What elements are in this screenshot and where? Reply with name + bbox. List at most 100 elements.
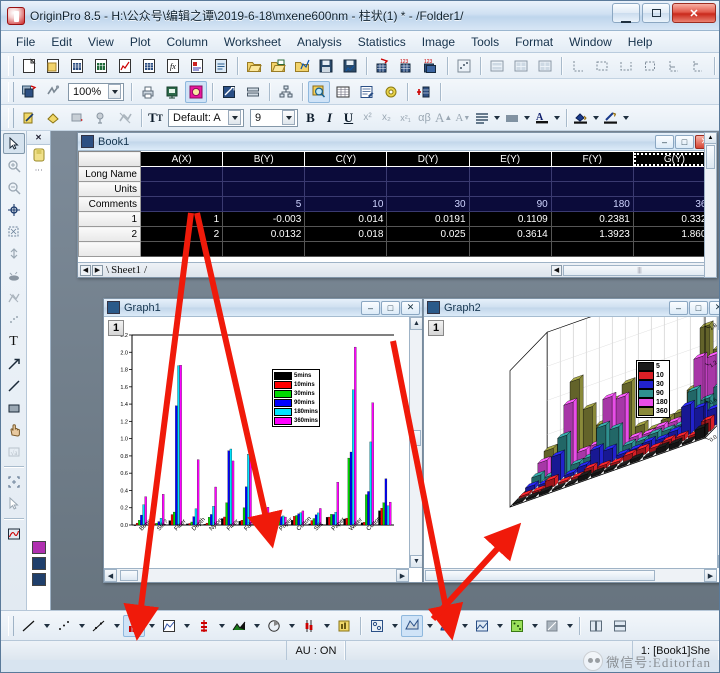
arrow-tool[interactable] [3, 353, 25, 374]
image-plot-icon[interactable] [471, 615, 493, 637]
text-tool[interactable]: T [3, 331, 25, 352]
graph2-window[interactable]: Graph2 – □ ✕ 1 0.00.61.21.8 510309018036… [423, 298, 719, 583]
row-label-comments[interactable]: Comments [79, 197, 141, 212]
tile-horizontal-icon[interactable] [486, 55, 508, 77]
3d-waterfall-icon[interactable] [436, 615, 458, 637]
chevron-down-icon[interactable] [389, 615, 400, 637]
row-label-long-name[interactable]: Long Name [79, 167, 141, 182]
graph2-canvas[interactable]: 0.00.61.21.8 5103090180360 [424, 317, 719, 582]
chevron-down-icon[interactable] [521, 107, 532, 129]
graph2-close-button[interactable]: ✕ [709, 301, 719, 315]
menu-plot[interactable]: Plot [123, 33, 158, 51]
cell[interactable] [551, 167, 633, 182]
workbook-window[interactable]: Book1 – □ ✕ A(X) B(Y) C(Y) D( [77, 132, 717, 278]
polar-icon[interactable] [541, 615, 563, 637]
cell[interactable] [551, 182, 633, 197]
open-excel-icon[interactable] [267, 55, 289, 77]
cell[interactable] [387, 167, 469, 182]
floating-bar-icon[interactable] [298, 615, 320, 637]
menu-statistics[interactable]: Statistics [351, 33, 413, 51]
pointer-tool[interactable] [3, 133, 25, 154]
row-label-3[interactable] [79, 242, 141, 257]
close-button[interactable]: ✕ [672, 3, 716, 23]
draw-data-tool[interactable] [3, 265, 25, 286]
new-layer-icon[interactable] [218, 81, 240, 103]
rectangle-tool[interactable] [3, 397, 25, 418]
menu-image[interactable]: Image [415, 33, 462, 51]
pattern-icon[interactable] [66, 107, 88, 129]
row-label-units[interactable]: Units [79, 182, 141, 197]
increase-font-icon[interactable]: A▲ [434, 108, 453, 128]
menu-view[interactable]: View [81, 33, 121, 51]
toolbar-grip[interactable] [8, 108, 14, 128]
fill-color-icon[interactable] [42, 107, 64, 129]
graph1-vscrollbar[interactable]: ▲ ▼ [409, 317, 422, 568]
new-function-icon[interactable]: fx [162, 55, 184, 77]
scroll-right-button[interactable]: ▶ [396, 569, 409, 582]
fill-pattern-icon[interactable] [571, 108, 590, 128]
cell[interactable]: 180 [551, 197, 633, 212]
3d-surface-icon[interactable] [401, 615, 423, 637]
cell[interactable]: 0.014 [305, 212, 387, 227]
chevron-down-icon[interactable] [321, 615, 332, 637]
italic-button[interactable]: I [320, 108, 339, 128]
cell[interactable]: 1 [141, 212, 223, 227]
cell[interactable] [387, 182, 469, 197]
next-sheet-button[interactable]: ▶ [92, 265, 103, 276]
zoom-in-tool-icon[interactable] [308, 81, 330, 103]
workbook-vscrollbar[interactable]: ▲ [704, 132, 717, 278]
decrease-font-icon[interactable]: A▼ [453, 108, 472, 128]
new-graph-icon[interactable] [114, 55, 136, 77]
regional-mask-tool[interactable] [3, 287, 25, 308]
column-header-f[interactable]: F(Y) [551, 152, 633, 167]
menu-window[interactable]: Window [562, 33, 619, 51]
open-template-icon[interactable] [291, 55, 313, 77]
font-color-icon[interactable]: A [532, 108, 551, 128]
chevron-down-icon[interactable] [216, 615, 227, 637]
line-symbol-icon[interactable] [88, 615, 110, 637]
chevron-down-icon[interactable] [564, 615, 575, 637]
plot-setup-icon[interactable] [356, 81, 378, 103]
data-reader-tool[interactable] [3, 221, 25, 242]
chevron-down-icon[interactable] [286, 615, 297, 637]
cell[interactable] [469, 242, 551, 257]
border-style-icon[interactable] [601, 108, 620, 128]
import-multiple-ascii-icon[interactable]: 123 [420, 55, 442, 77]
cell[interactable] [141, 197, 223, 212]
align-left-icon[interactable] [472, 108, 491, 128]
graph1-plot[interactable]: 0.00.20.40.60.81.01.21.41.61.82.02.2Bone… [104, 317, 411, 582]
graph2-vscrollbar[interactable]: ▲ ▼ [717, 317, 719, 568]
chevron-down-icon[interactable] [181, 615, 192, 637]
auto-update-status[interactable]: AU : ON [286, 641, 345, 660]
zoom-combo[interactable]: 100% [68, 83, 124, 101]
line-plot-icon[interactable] [18, 615, 40, 637]
cell[interactable] [305, 242, 387, 257]
new-workbook-icon[interactable] [66, 55, 88, 77]
workbook-minimize-button[interactable]: – [655, 135, 674, 149]
graph2-title-bar[interactable]: Graph2 – □ ✕ [424, 299, 719, 317]
add-new-column-icon[interactable] [413, 81, 435, 103]
superscript-button[interactable]: x² [358, 108, 377, 128]
graph2-plot[interactable]: 0.00.61.21.8 [424, 317, 719, 582]
minimize-button[interactable] [612, 3, 640, 23]
line-tool[interactable] [3, 375, 25, 396]
cell[interactable] [141, 182, 223, 197]
equation-tool[interactable]: √a [3, 441, 25, 462]
menu-analysis[interactable]: Analysis [290, 33, 349, 51]
export-graph-icon[interactable] [185, 81, 207, 103]
superscript-subscript-button[interactable]: x²₁ [396, 108, 415, 128]
menu-worksheet[interactable]: Worksheet [217, 33, 288, 51]
cell[interactable]: 0.018 [305, 227, 387, 242]
active-window-status[interactable]: 1: [Book1]She [632, 641, 719, 660]
new-notes-icon[interactable] [210, 55, 232, 77]
chevron-down-icon[interactable] [424, 615, 435, 637]
chevron-down-icon[interactable] [228, 110, 241, 125]
graph2-maximize-button[interactable]: □ [689, 301, 708, 315]
line-style-icon[interactable] [18, 107, 40, 129]
cell[interactable] [223, 167, 305, 182]
fill-area-icon[interactable] [228, 615, 250, 637]
graph-icon[interactable] [32, 557, 46, 570]
column-header-e[interactable]: E(Y) [469, 152, 551, 167]
cell[interactable] [387, 242, 469, 257]
save-project-icon[interactable] [315, 55, 337, 77]
